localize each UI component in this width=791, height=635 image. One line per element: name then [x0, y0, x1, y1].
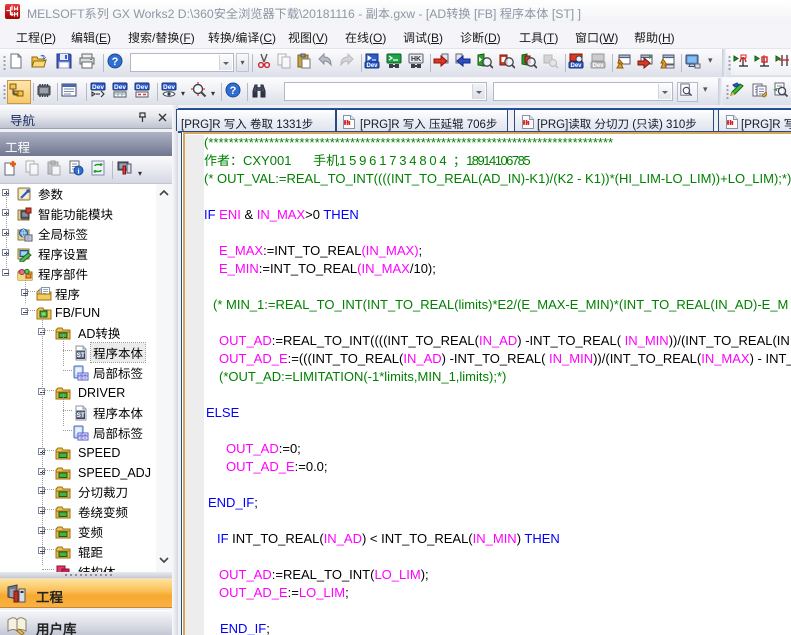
- svg-text:Dev: Dev: [163, 84, 175, 91]
- svg-text:HK: HK: [411, 56, 421, 63]
- svg-text:Dev: Dev: [114, 84, 126, 91]
- svg-text:Dev: Dev: [92, 84, 104, 91]
- svg-text:Dev: Dev: [570, 63, 582, 69]
- svg-text:i: i: [77, 167, 79, 176]
- svg-text:Dev: Dev: [136, 84, 148, 91]
- svg-text:?: ?: [112, 56, 119, 68]
- svg-text:ST: ST: [77, 352, 85, 359]
- svg-text:Dev: Dev: [592, 63, 604, 69]
- svg-text:ST: ST: [77, 412, 85, 419]
- svg-text:?: ?: [230, 85, 237, 97]
- svg-text:Dev: Dev: [366, 63, 378, 69]
